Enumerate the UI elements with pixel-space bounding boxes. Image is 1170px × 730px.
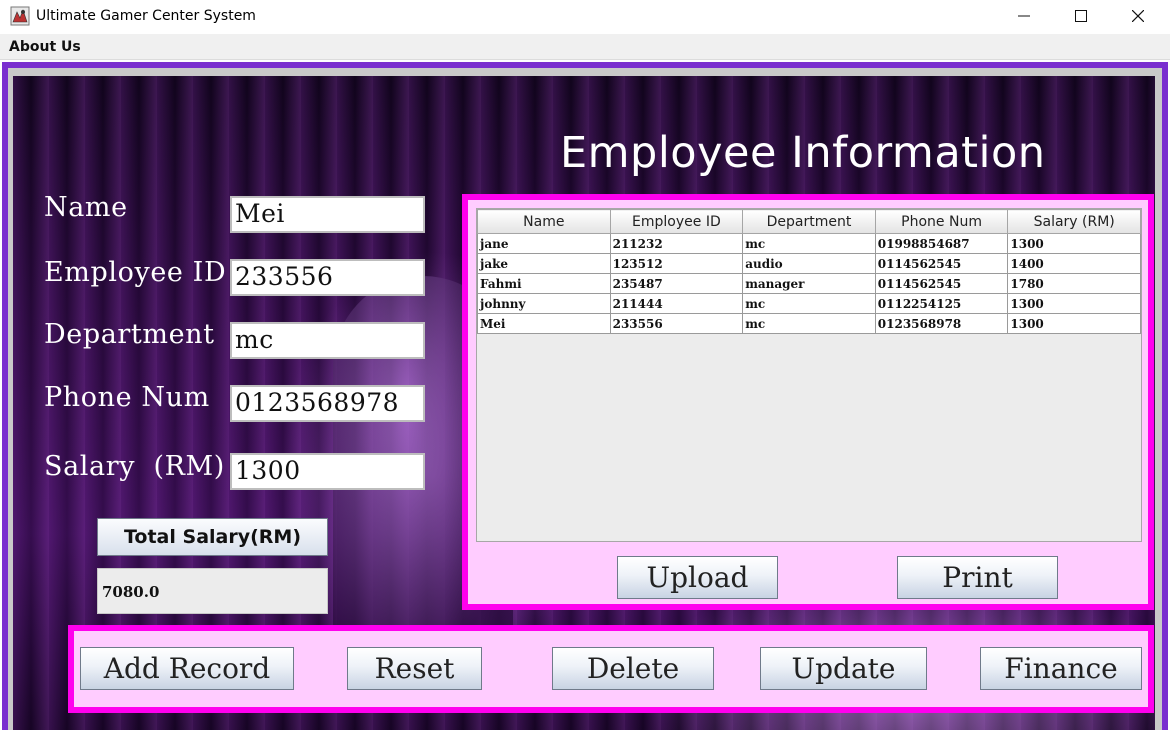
- name-field[interactable]: Mei: [230, 196, 425, 233]
- column-header-department[interactable]: Department: [742, 209, 876, 234]
- delete-button[interactable]: Delete: [552, 647, 714, 690]
- table-cell: audio: [742, 253, 876, 274]
- table-cell: 233556: [609, 313, 744, 334]
- table-row[interactable]: Fahmi 235487 manager 0114562545 1780: [477, 273, 1141, 294]
- table-row[interactable]: jane 211232 mc 01998854687 1300: [477, 233, 1141, 254]
- table-cell: 211444: [609, 293, 744, 314]
- title-bar: Ultimate Gamer Center System: [0, 0, 1170, 34]
- table-cell: 01998854687: [874, 233, 1009, 254]
- department-field[interactable]: mc: [230, 322, 425, 359]
- print-button[interactable]: Print: [897, 556, 1058, 599]
- table-cell: 211232: [609, 233, 744, 254]
- table-cell: 123512: [609, 253, 744, 274]
- phone-field[interactable]: 0123568978: [230, 385, 425, 422]
- column-header-salary[interactable]: Salary (RM): [1007, 209, 1141, 234]
- column-header-phone[interactable]: Phone Num: [874, 209, 1009, 234]
- table-cell: 1780: [1007, 273, 1141, 294]
- table-cell: jake: [477, 253, 611, 274]
- table-cell: 0114562545: [874, 253, 1009, 274]
- total-salary-button[interactable]: Total Salary(RM): [97, 518, 328, 556]
- table-cell: jane: [477, 233, 611, 254]
- column-header-employee-id[interactable]: Employee ID: [609, 209, 744, 234]
- upload-button[interactable]: Upload: [617, 556, 778, 599]
- minimize-button[interactable]: [996, 0, 1052, 32]
- menu-bar: About Us: [0, 34, 1170, 60]
- table-row[interactable]: johnny 211444 mc 0112254125 1300: [477, 293, 1141, 314]
- window-title: Ultimate Gamer Center System: [36, 8, 256, 24]
- update-button[interactable]: Update: [760, 647, 927, 690]
- total-salary-value: 7080.0: [97, 568, 328, 614]
- action-panel: Add Record Reset Delete Update Finance: [68, 625, 1154, 713]
- reset-button[interactable]: Reset: [347, 647, 482, 690]
- table-cell: mc: [742, 313, 876, 334]
- table-panel: Name Employee ID Department Phone Num Sa…: [462, 194, 1154, 610]
- salary-field[interactable]: 1300: [230, 453, 425, 490]
- table-cell: johnny: [477, 293, 611, 314]
- table-cell: 235487: [609, 273, 744, 294]
- table-cell: 0123568978: [874, 313, 1009, 334]
- maximize-icon: [1075, 10, 1087, 22]
- employee-table-container[interactable]: Name Employee ID Department Phone Num Sa…: [476, 208, 1142, 542]
- add-record-button[interactable]: Add Record: [80, 647, 294, 690]
- page-title: Employee Information: [560, 128, 1046, 178]
- app-icon: [10, 6, 30, 26]
- table-cell: 1300: [1007, 293, 1141, 314]
- employee-table: Name Employee ID Department Phone Num Sa…: [477, 209, 1141, 334]
- table-cell: mc: [742, 233, 876, 254]
- phone-label: Phone Num: [44, 382, 210, 413]
- table-row[interactable]: jake 123512 audio 0114562545 1400: [477, 253, 1141, 274]
- table-cell: 1300: [1007, 233, 1141, 254]
- department-label: Department: [44, 319, 215, 350]
- table-cell: mc: [742, 293, 876, 314]
- table-row[interactable]: Mei 233556 mc 0123568978 1300: [477, 313, 1141, 334]
- table-header-row: Name Employee ID Department Phone Num Sa…: [477, 209, 1141, 234]
- table-cell: 1300: [1007, 313, 1141, 334]
- table-cell: 0112254125: [874, 293, 1009, 314]
- menu-about-us[interactable]: About Us: [9, 39, 81, 55]
- close-icon: [1132, 10, 1144, 22]
- table-cell: 0114562545: [874, 273, 1009, 294]
- table-cell: Fahmi: [477, 273, 611, 294]
- employee-id-field[interactable]: 233556: [230, 259, 425, 296]
- maximize-button[interactable]: [1053, 0, 1109, 32]
- close-button[interactable]: [1110, 0, 1166, 32]
- salary-label: Salary (RM): [44, 451, 225, 482]
- table-cell: Mei: [477, 313, 611, 334]
- finance-button[interactable]: Finance: [980, 647, 1142, 690]
- minimize-icon: [1018, 15, 1030, 17]
- table-cell: manager: [742, 273, 876, 294]
- name-label: Name: [44, 192, 128, 223]
- column-header-name[interactable]: Name: [477, 209, 611, 234]
- employee-id-label: Employee ID: [44, 257, 227, 288]
- table-cell: 1400: [1007, 253, 1141, 274]
